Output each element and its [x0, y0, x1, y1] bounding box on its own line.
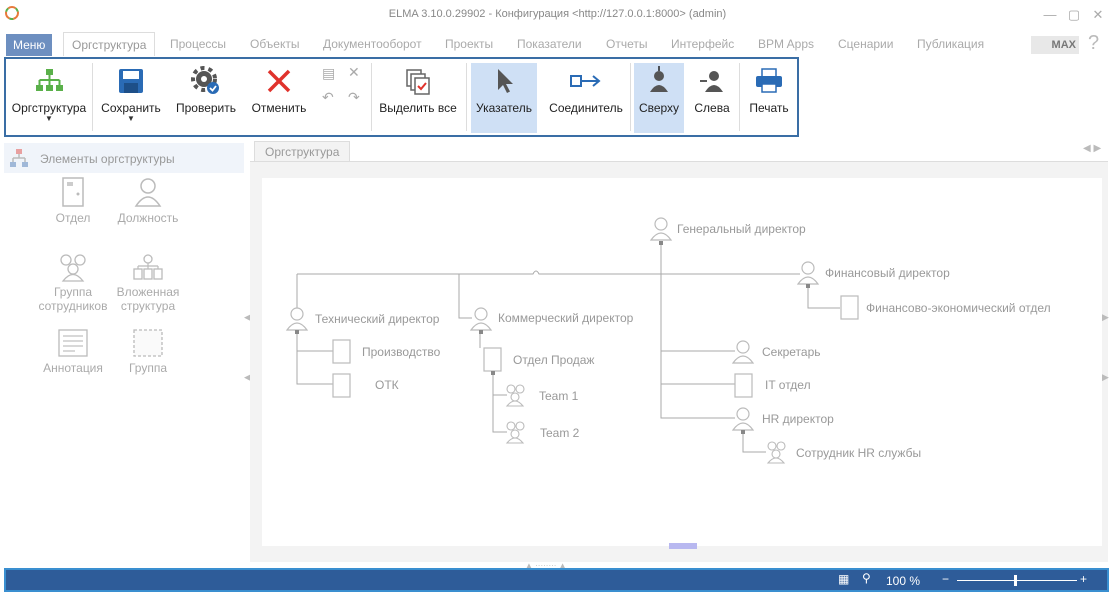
zoom-slider-track[interactable]: [957, 580, 1077, 581]
org-node-ceo[interactable]: Генеральный директор: [677, 222, 806, 236]
department-icon: [840, 295, 859, 320]
org-chart-canvas[interactable]: [0, 0, 1115, 594]
org-node-cfo[interactable]: Финансовый директор: [825, 266, 950, 280]
org-node-it[interactable]: IT отдел: [765, 378, 811, 392]
org-node-cto[interactable]: Технический директор: [315, 312, 439, 326]
zoom-in-icon[interactable]: +: [1080, 572, 1087, 586]
org-node-secretary[interactable]: Секретарь: [762, 345, 821, 359]
horizontal-scroll-thumb[interactable]: [669, 543, 697, 549]
org-node-hr-director[interactable]: HR директор: [762, 412, 834, 426]
department-icon: [332, 373, 351, 398]
org-node-sales[interactable]: Отдел Продаж: [513, 353, 594, 367]
org-node-team1[interactable]: Team 1: [539, 389, 578, 403]
department-icon: [734, 373, 753, 398]
search-icon[interactable]: ⚲: [862, 571, 871, 585]
org-node-production[interactable]: Производство: [362, 345, 440, 359]
department-icon: [332, 339, 351, 364]
grid-icon[interactable]: ▦: [838, 572, 849, 586]
org-node-otk[interactable]: ОТК: [375, 378, 399, 392]
zoom-slider-thumb[interactable]: [1014, 575, 1017, 586]
department-icon: [483, 347, 502, 372]
org-node-cco[interactable]: Коммерческий директор: [498, 311, 633, 325]
org-node-hr-staff[interactable]: Сотрудник HR службы: [796, 446, 921, 460]
zoom-level: 100 %: [886, 574, 921, 588]
splitter-handle[interactable]: ▶: [1102, 372, 1109, 383]
org-node-fin-dept[interactable]: Финансово-экономический отдел: [866, 301, 1051, 315]
zoom-out-icon[interactable]: −: [942, 572, 949, 586]
splitter-handle[interactable]: ▶: [1102, 312, 1109, 323]
org-node-team2[interactable]: Team 2: [540, 426, 579, 440]
